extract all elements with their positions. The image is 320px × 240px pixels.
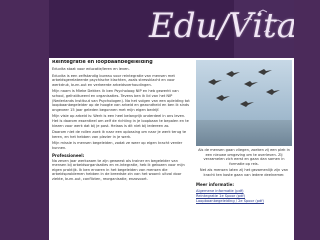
professional-paragraph: Na zeven jaar werkzaam te zijn geweest a… <box>52 158 185 181</box>
page-title: Reintegratie en loopbaanbegeleiding <box>52 60 153 65</box>
header-banner: Edu/Vita <box>49 0 294 58</box>
site-logo[interactable]: Edu/Vita <box>149 6 294 46</box>
main-content: Reintegratie en loopbaanbegeleiding Eduv… <box>52 60 192 240</box>
geese-caption: Als de mensen gaan vliegen, zoeken zij e… <box>198 148 290 166</box>
logo-text-vita: Vita <box>228 6 294 46</box>
page: Edu/Vita Reintegratie en loopbaanbegelei… <box>0 0 320 240</box>
logo-text-edu: Edu <box>149 6 218 46</box>
geese-caption-2: Net als mensen laten zij het gezamenlijk… <box>199 168 289 177</box>
approach-paragraph: Daarom niet de rollen zoek ik naar een o… <box>52 130 187 139</box>
intro-paragraph: Eduvita staat voor educatie/leren en lev… <box>52 67 130 71</box>
bio-paragraph: Mijn naam is Mieke Dekker. Ik ben Psycho… <box>52 89 190 112</box>
professional-heading: Professioneel: <box>52 152 85 158</box>
flying-geese-icon <box>208 69 280 107</box>
about-paragraph: Eduvita is een zelfstandig bureau voor r… <box>52 73 175 87</box>
right-border <box>294 0 320 240</box>
mission-paragraph: Mijn missie is mensen begeleiden, zodat … <box>52 141 183 150</box>
vision-paragraph: Mijn visie op arbeid is: Werk is een hee… <box>52 114 189 128</box>
left-border <box>0 0 49 240</box>
geese-photo <box>196 60 292 146</box>
sidebar-content: Als de mensen gaan vliegen, zoeken zij e… <box>196 60 292 240</box>
link-career-coaching-track-2[interactable]: Loopbaanbegeleiding / 2e Spoor (pdf) <box>196 199 292 204</box>
more-info-heading: Meer informatie: <box>196 181 234 187</box>
logo-slash: / <box>217 7 229 45</box>
